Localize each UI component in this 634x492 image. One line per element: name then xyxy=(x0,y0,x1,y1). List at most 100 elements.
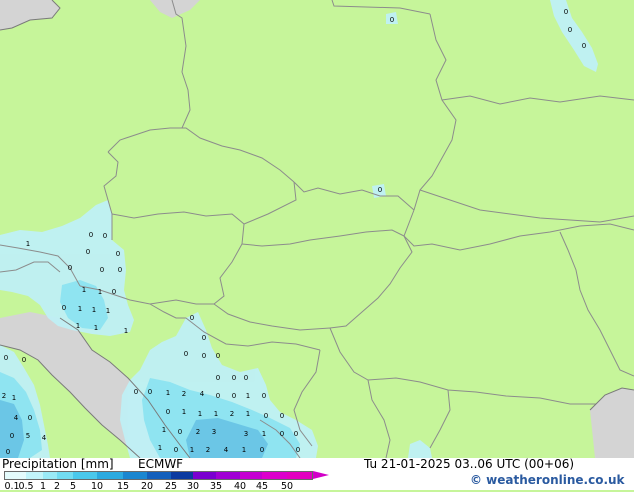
colorbar-swatch xyxy=(240,471,262,480)
cell-value-label: 1 xyxy=(214,410,218,418)
cell-value-label: 1 xyxy=(82,286,86,294)
colorbar-tick-label: 15 xyxy=(116,481,130,492)
cell-value-label: 3 xyxy=(212,428,216,436)
cell-value-label: 1 xyxy=(262,430,266,438)
cell-value-label: 0 xyxy=(103,232,107,240)
cell-value-label: 0 xyxy=(260,446,264,454)
colorbar-swatch xyxy=(97,471,123,480)
colorbar-swatch xyxy=(171,471,193,480)
cell-value-label: 0 xyxy=(118,266,122,274)
cell-value-label: 0 xyxy=(264,412,268,420)
cell-value-label: 0 xyxy=(4,354,8,362)
cell-value-label: 1 xyxy=(12,394,16,402)
colorbar-tick-label: 40 xyxy=(233,481,247,492)
cell-value-label: 2 xyxy=(182,390,186,398)
cell-value-label: 0 xyxy=(244,374,248,382)
cell-value-label: 1 xyxy=(124,327,128,335)
colorbar-swatch xyxy=(73,471,97,480)
cell-value-label: 1 xyxy=(246,410,250,418)
colorbar-swatch xyxy=(123,471,147,480)
colorbar-swatch xyxy=(147,471,171,480)
cell-value-label: 1 xyxy=(98,288,102,296)
colorbar-swatch xyxy=(26,471,43,480)
cell-value-label: 0 xyxy=(202,352,206,360)
cell-value-label: 4 xyxy=(42,434,47,442)
cell-value-label: 1 xyxy=(76,322,80,330)
cell-value-label: 0 xyxy=(190,314,194,322)
cell-value-label: 1 xyxy=(190,446,194,454)
colorbar-tick-label: 5 xyxy=(69,481,77,492)
cell-value-label: 2 xyxy=(230,410,234,418)
cell-value-label: 0 xyxy=(62,304,66,312)
colorbar-swatch xyxy=(57,471,73,480)
cell-value-label: 0 xyxy=(296,446,300,454)
colorbar-tick-label: 1 xyxy=(39,481,47,492)
legend-bar: Precipitation [mm] ECMWF Tu 21-01-2025 0… xyxy=(0,457,634,492)
cell-value-label: 1 xyxy=(78,305,82,313)
cell-value-label: 1 xyxy=(162,426,166,434)
cell-value-label: 0 xyxy=(178,428,182,436)
cell-value-label: 2 xyxy=(206,446,210,454)
cell-value-label: 1 xyxy=(242,446,246,454)
cell-value-label: 0 xyxy=(148,388,152,396)
title-label: Precipitation [mm] xyxy=(2,457,114,471)
cell-value-label: 0 xyxy=(564,8,568,16)
colorbar-tick-label: 10 xyxy=(90,481,104,492)
colorbar-swatch xyxy=(216,471,240,480)
colorbar-swatch xyxy=(43,471,57,480)
cell-value-label: 1 xyxy=(26,240,30,248)
cell-value-label: 4 xyxy=(200,390,205,398)
cell-value-label: 1 xyxy=(106,307,110,315)
colorbar-swatch xyxy=(262,471,287,480)
cell-value-label: 5 xyxy=(26,432,30,440)
colorbar-swatch xyxy=(4,471,26,480)
model-label: ECMWF xyxy=(138,457,184,471)
colorbar-swatch xyxy=(193,471,216,480)
cell-value-label: 1 xyxy=(94,324,98,332)
cell-value-label: 2 xyxy=(196,428,200,436)
cell-value-label: 0 xyxy=(112,288,116,296)
datetime-label: Tu 21-01-2025 03..06 UTC (00+06) xyxy=(364,457,575,471)
cell-value-label: 0 xyxy=(232,374,236,382)
colorbar-arrow xyxy=(313,471,329,479)
cell-value-label: 0 xyxy=(116,250,120,258)
cell-value-label: 1 xyxy=(92,306,96,314)
cell-value-label: 1 xyxy=(246,392,250,400)
colorbar-tick-label: 50 xyxy=(280,481,294,492)
cell-value-label: 0 xyxy=(390,16,394,24)
credit-label: © weatheronline.co.uk xyxy=(470,473,625,487)
cell-value-label: 0 xyxy=(232,392,236,400)
cell-value-label: 1 xyxy=(182,408,186,416)
cell-value-label: 4 xyxy=(14,414,19,422)
cell-value-label: 4 xyxy=(224,446,229,454)
colorbar-tick-label: 0.5 xyxy=(18,481,34,492)
cell-value-label: 0 xyxy=(568,26,572,34)
colorbar-tick-label: 0.1 xyxy=(4,481,20,492)
cell-value-label: 0 xyxy=(262,392,266,400)
cell-value-label: 0 xyxy=(166,408,170,416)
precipitation-map: 000000 010 00 0 01 1 00 1 1 11 1 1000 0 00 00 0 00 0 1 2 4 0 0… xyxy=(0,0,634,458)
cell-value-label: 0 xyxy=(294,430,298,438)
cell-value-label: 1 xyxy=(158,444,162,452)
cell-value-label: 0 xyxy=(202,334,206,342)
cell-value-label: 0 xyxy=(378,186,382,194)
colorbar-tick-label: 25 xyxy=(164,481,178,492)
colorbar-tick-label: 2 xyxy=(53,481,61,492)
cell-value-label: 0 xyxy=(134,388,138,396)
cell-value-label: 0 xyxy=(86,248,90,256)
colorbar-tick-label: 35 xyxy=(209,481,223,492)
cell-value-label: 0 xyxy=(216,374,220,382)
colorbar-tick-label: 45 xyxy=(255,481,269,492)
cell-value-label: 0 xyxy=(22,356,26,364)
colorbar-tick-label: 20 xyxy=(140,481,154,492)
cell-value-label: 3 xyxy=(244,430,248,438)
cell-value-label: 0 xyxy=(184,350,188,358)
colorbar-tick-label: 30 xyxy=(186,481,200,492)
cell-value-label: 0 xyxy=(280,430,284,438)
cell-value-label: 0 xyxy=(216,392,220,400)
cell-value-label: 0 xyxy=(89,231,93,239)
cell-value-label: 0 xyxy=(280,412,284,420)
colorbar-swatch xyxy=(287,471,313,480)
cell-value-label: 0 xyxy=(28,414,32,422)
cell-value-label: 1 xyxy=(166,389,170,397)
